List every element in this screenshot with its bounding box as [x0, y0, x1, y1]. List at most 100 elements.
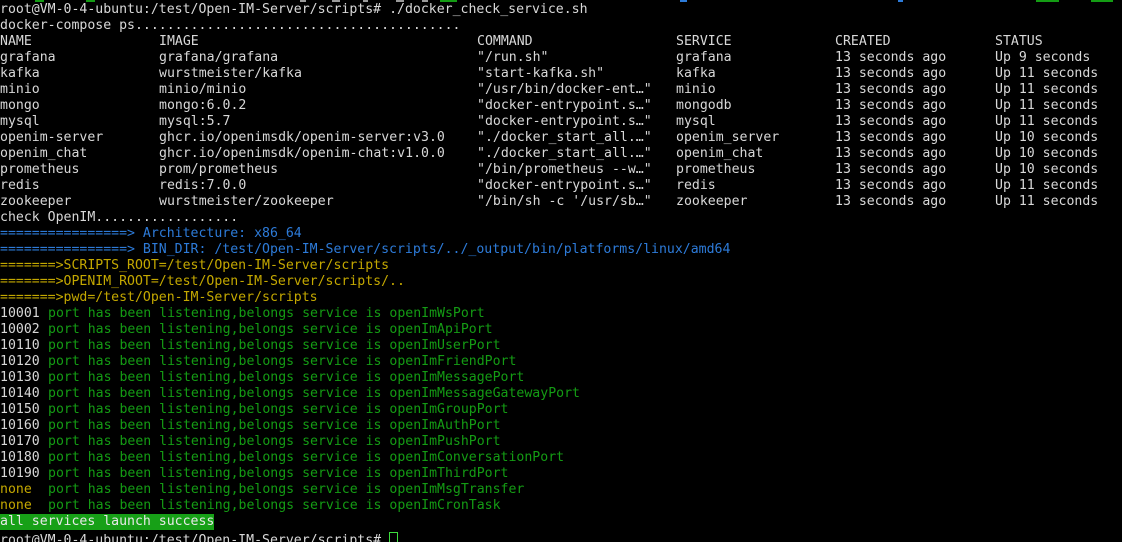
prev-line-artifact: [1036, 0, 1059, 2]
prev-line-artifact: [898, 0, 903, 2]
port-message: port has been listening,belongs service …: [48, 402, 509, 417]
table-cell: Up 11 seconds: [995, 194, 1098, 210]
table-cell: mysql: [676, 114, 835, 130]
table-cell: minio: [676, 82, 835, 98]
table-cell: mongo:6.0.2: [159, 98, 477, 114]
port-label: 10180: [0, 450, 48, 466]
prev-line-artifact: [680, 0, 687, 2]
port-label: 10002: [0, 322, 48, 338]
prev-line-artifact: [363, 0, 368, 2]
table-cell: 13 seconds ago: [835, 194, 995, 210]
ps-table-header: NAMEIMAGECOMMANDSERVICECREATEDSTATUS: [0, 34, 1122, 50]
table-cell: kafka: [0, 66, 159, 82]
port-label: none: [0, 498, 48, 514]
table-cell: wurstmeister/zookeeper: [159, 194, 477, 210]
table-cell: ghcr.io/openimsdk/openim-chat:v1.0.0: [159, 146, 477, 162]
port-label: 10170: [0, 434, 48, 450]
table-cell: openim-server: [0, 130, 159, 146]
table-row: kafkawurstmeister/kafka"start-kafka.sh"k…: [0, 66, 1122, 82]
table-row: grafanagrafana/grafana"/run.sh"grafana13…: [0, 50, 1122, 66]
prev-line-artifact: [440, 0, 457, 2]
port-message: port has been listening,belongs service …: [48, 306, 485, 321]
port-check-line: 10180port has been listening,belongs ser…: [0, 450, 1122, 466]
port-check-line: 10170port has been listening,belongs ser…: [0, 434, 1122, 450]
table-cell: kafka: [676, 66, 835, 82]
port-check-line: 10160port has been listening,belongs ser…: [0, 418, 1122, 434]
table-cell: 13 seconds ago: [835, 130, 995, 146]
table-cell: redis: [676, 178, 835, 194]
table-cell: minio/minio: [159, 82, 477, 98]
shell-prompt: root@VM-0-4-ubuntu:/test/Open-IM-Server/…: [0, 2, 381, 17]
table-cell: 13 seconds ago: [835, 98, 995, 114]
check-openim-line: check OpenIM..................: [0, 210, 1122, 226]
prev-line-artifact: [422, 0, 428, 2]
port-message: port has been listening,belongs service …: [48, 498, 501, 513]
table-cell: wurstmeister/kafka: [159, 66, 477, 82]
table-row: miniominio/minio"/usr/bin/docker-ent…"mi…: [0, 82, 1122, 98]
port-label: 10190: [0, 466, 48, 482]
table-cell: 13 seconds ago: [835, 66, 995, 82]
port-message: port has been listening,belongs service …: [48, 386, 580, 401]
table-cell: "docker-entrypoint.s…": [477, 114, 676, 130]
port-check-line: 10001port has been listening,belongs ser…: [0, 306, 1122, 322]
table-cell: mysql: [0, 114, 159, 130]
script-env-line: =======>SCRIPTS_ROOT=/test/Open-IM-Serve…: [0, 258, 1122, 274]
ps-col-header: NAME: [0, 34, 159, 50]
shell-prompt: root@VM-0-4-ubuntu:/test/Open-IM-Server/…: [0, 533, 381, 542]
port-message: port has been listening,belongs service …: [48, 418, 501, 433]
terminal-screen[interactable]: root@VM-0-4-ubuntu:/test/Open-IM-Server/…: [0, 0, 1122, 542]
table-cell: Up 11 seconds: [995, 98, 1098, 114]
table-cell: grafana/grafana: [159, 50, 477, 66]
port-label: 10120: [0, 354, 48, 370]
table-cell: prom/prometheus: [159, 162, 477, 178]
table-cell: "/bin/sh -c '/usr/sb…": [477, 194, 676, 210]
table-row: openim_chatghcr.io/openimsdk/openim-chat…: [0, 146, 1122, 162]
script-info-lines: ================> Architecture: x86_64==…: [0, 226, 1122, 258]
script-info-line: ================> BIN_DIR: /test/Open-IM…: [0, 242, 1122, 258]
table-cell: "docker-entrypoint.s…": [477, 178, 676, 194]
port-label: 10001: [0, 306, 48, 322]
port-check-line: 10120port has been listening,belongs ser…: [0, 354, 1122, 370]
table-row: zookeeperwurstmeister/zookeeper"/bin/sh …: [0, 194, 1122, 210]
shell-prompt-line-2: root@VM-0-4-ubuntu:/test/Open-IM-Server/…: [0, 530, 1122, 542]
table-cell: "/run.sh": [477, 50, 676, 66]
port-message: port has been listening,belongs service …: [48, 338, 501, 353]
table-cell: grafana: [0, 50, 159, 66]
ps-table: NAMEIMAGECOMMANDSERVICECREATEDSTATUS gra…: [0, 34, 1122, 210]
table-row: mongomongo:6.0.2"docker-entrypoint.s…"mo…: [0, 98, 1122, 114]
script-env-lines: =======>SCRIPTS_ROOT=/test/Open-IM-Serve…: [0, 258, 1122, 306]
table-cell: openim_chat: [676, 146, 835, 162]
table-cell: Up 11 seconds: [995, 82, 1098, 98]
port-check-line: 10140port has been listening,belongs ser…: [0, 386, 1122, 402]
table-cell: zookeeper: [0, 194, 159, 210]
port-check-line: 10150port has been listening,belongs ser…: [0, 402, 1122, 418]
table-cell: Up 10 seconds: [995, 162, 1098, 178]
table-cell: 13 seconds ago: [835, 82, 995, 98]
table-row: prometheusprom/prometheus"/bin/prometheu…: [0, 162, 1122, 178]
script-env-line: =======>pwd=/test/Open-IM-Server/scripts: [0, 290, 1122, 306]
port-check-line: noneport has been listening,belongs serv…: [0, 498, 1122, 514]
compose-ps-progress-line: docker-compose ps.......................…: [0, 18, 1122, 34]
table-cell: 13 seconds ago: [835, 50, 995, 66]
ps-col-header: CREATED: [835, 34, 995, 50]
table-cell: mysql:5.7: [159, 114, 477, 130]
port-label: none: [0, 482, 48, 498]
port-label: 10110: [0, 338, 48, 354]
ps-col-header: STATUS: [995, 34, 1043, 50]
port-check-line: noneport has been listening,belongs serv…: [0, 482, 1122, 498]
table-cell: "/usr/bin/docker-ent…": [477, 82, 676, 98]
port-check-line: 10190port has been listening,belongs ser…: [0, 466, 1122, 482]
table-cell: 13 seconds ago: [835, 114, 995, 130]
table-row: redisredis:7.0.0"docker-entrypoint.s…"re…: [0, 178, 1122, 194]
table-cell: 13 seconds ago: [835, 162, 995, 178]
ps-col-header: IMAGE: [159, 34, 477, 50]
port-message: port has been listening,belongs service …: [48, 450, 564, 465]
table-cell: "/bin/prometheus --w…": [477, 162, 676, 178]
table-cell: minio: [0, 82, 159, 98]
prev-line-artifact: [300, 0, 306, 2]
table-cell: openim_chat: [0, 146, 159, 162]
table-cell: openim_server: [676, 130, 835, 146]
prev-line-artifact: [1091, 0, 1113, 2]
table-row: openim-serverghcr.io/openimsdk/openim-se…: [0, 130, 1122, 146]
success-banner: all services launch success: [0, 514, 214, 530]
